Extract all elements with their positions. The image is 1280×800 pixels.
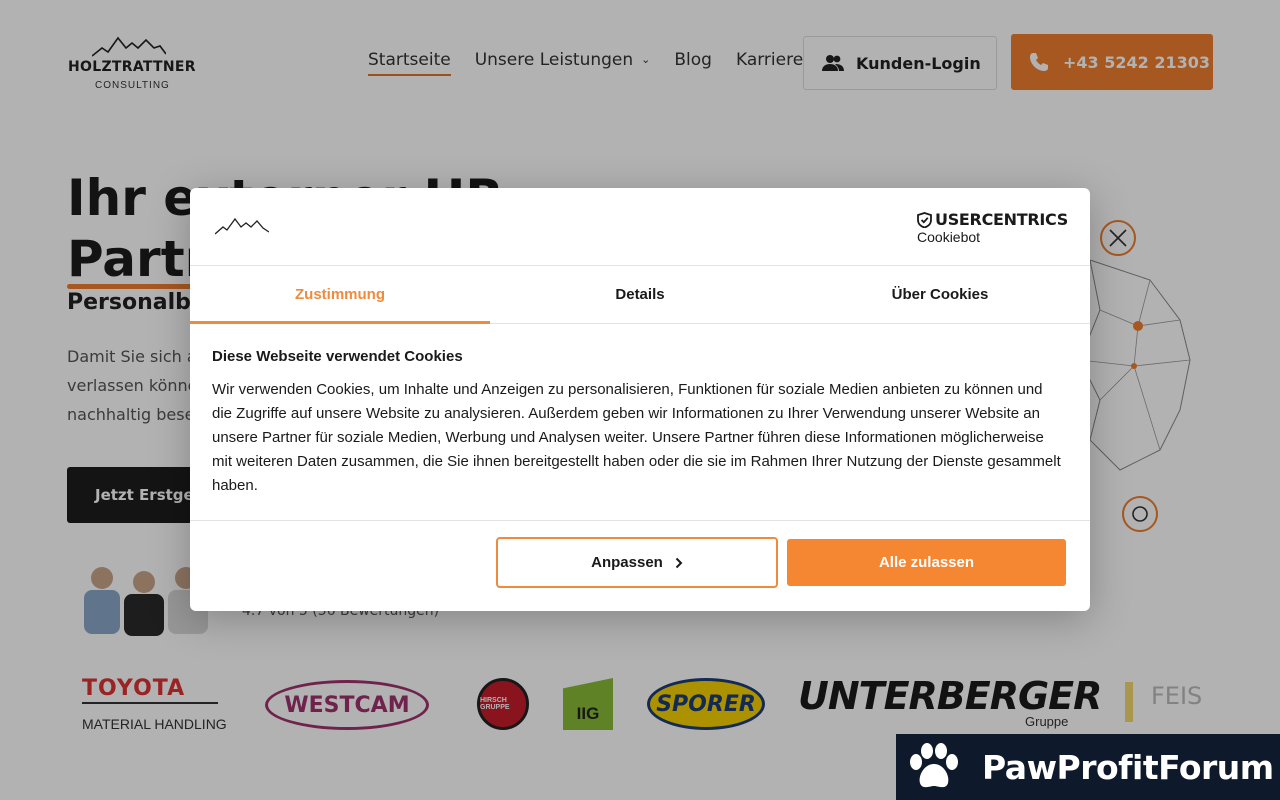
allow-all-button[interactable]: Alle zulassen (787, 539, 1066, 586)
paw-icon (910, 743, 958, 788)
tab-zustimmung[interactable]: Zustimmung (190, 266, 490, 324)
dialog-footer: Anpassen Alle zulassen (190, 520, 1090, 611)
dialog-text: Wir verwenden Cookies, um Inhalte und An… (212, 381, 1061, 494)
pawprofitforum-badge[interactable]: PawProfitForum (896, 734, 1280, 800)
cookiebot-label: Cookiebot (917, 229, 981, 245)
dialog-title: Diese Webseite verwendet Cookies (212, 348, 463, 365)
dialog-tabs: Zustimmung Details Über Cookies (190, 266, 1090, 324)
tab-details[interactable]: Details (490, 266, 790, 323)
chevron-right-icon (675, 557, 683, 568)
dialog-header: USERCENTRICS Cookiebot (190, 188, 1090, 266)
shield-check-icon (917, 211, 932, 228)
customize-button[interactable]: Anpassen (496, 537, 778, 588)
badge-text: PawProfitForum (982, 747, 1274, 787)
usercentrics-logo: USERCENTRICS Cookiebot (917, 210, 1068, 245)
tab-ueber-cookies[interactable]: Über Cookies (790, 266, 1090, 323)
cookie-consent-dialog: USERCENTRICS Cookiebot Zustimmung Detail… (190, 188, 1090, 611)
site-mark-icon (215, 217, 269, 235)
usercentrics-name: USERCENTRICS (935, 210, 1068, 229)
customize-label: Anpassen (591, 554, 663, 571)
usercentrics-brand: USERCENTRICS (917, 210, 1068, 229)
dialog-body: Diese Webseite verwendet Cookies Wir ver… (212, 348, 1064, 498)
